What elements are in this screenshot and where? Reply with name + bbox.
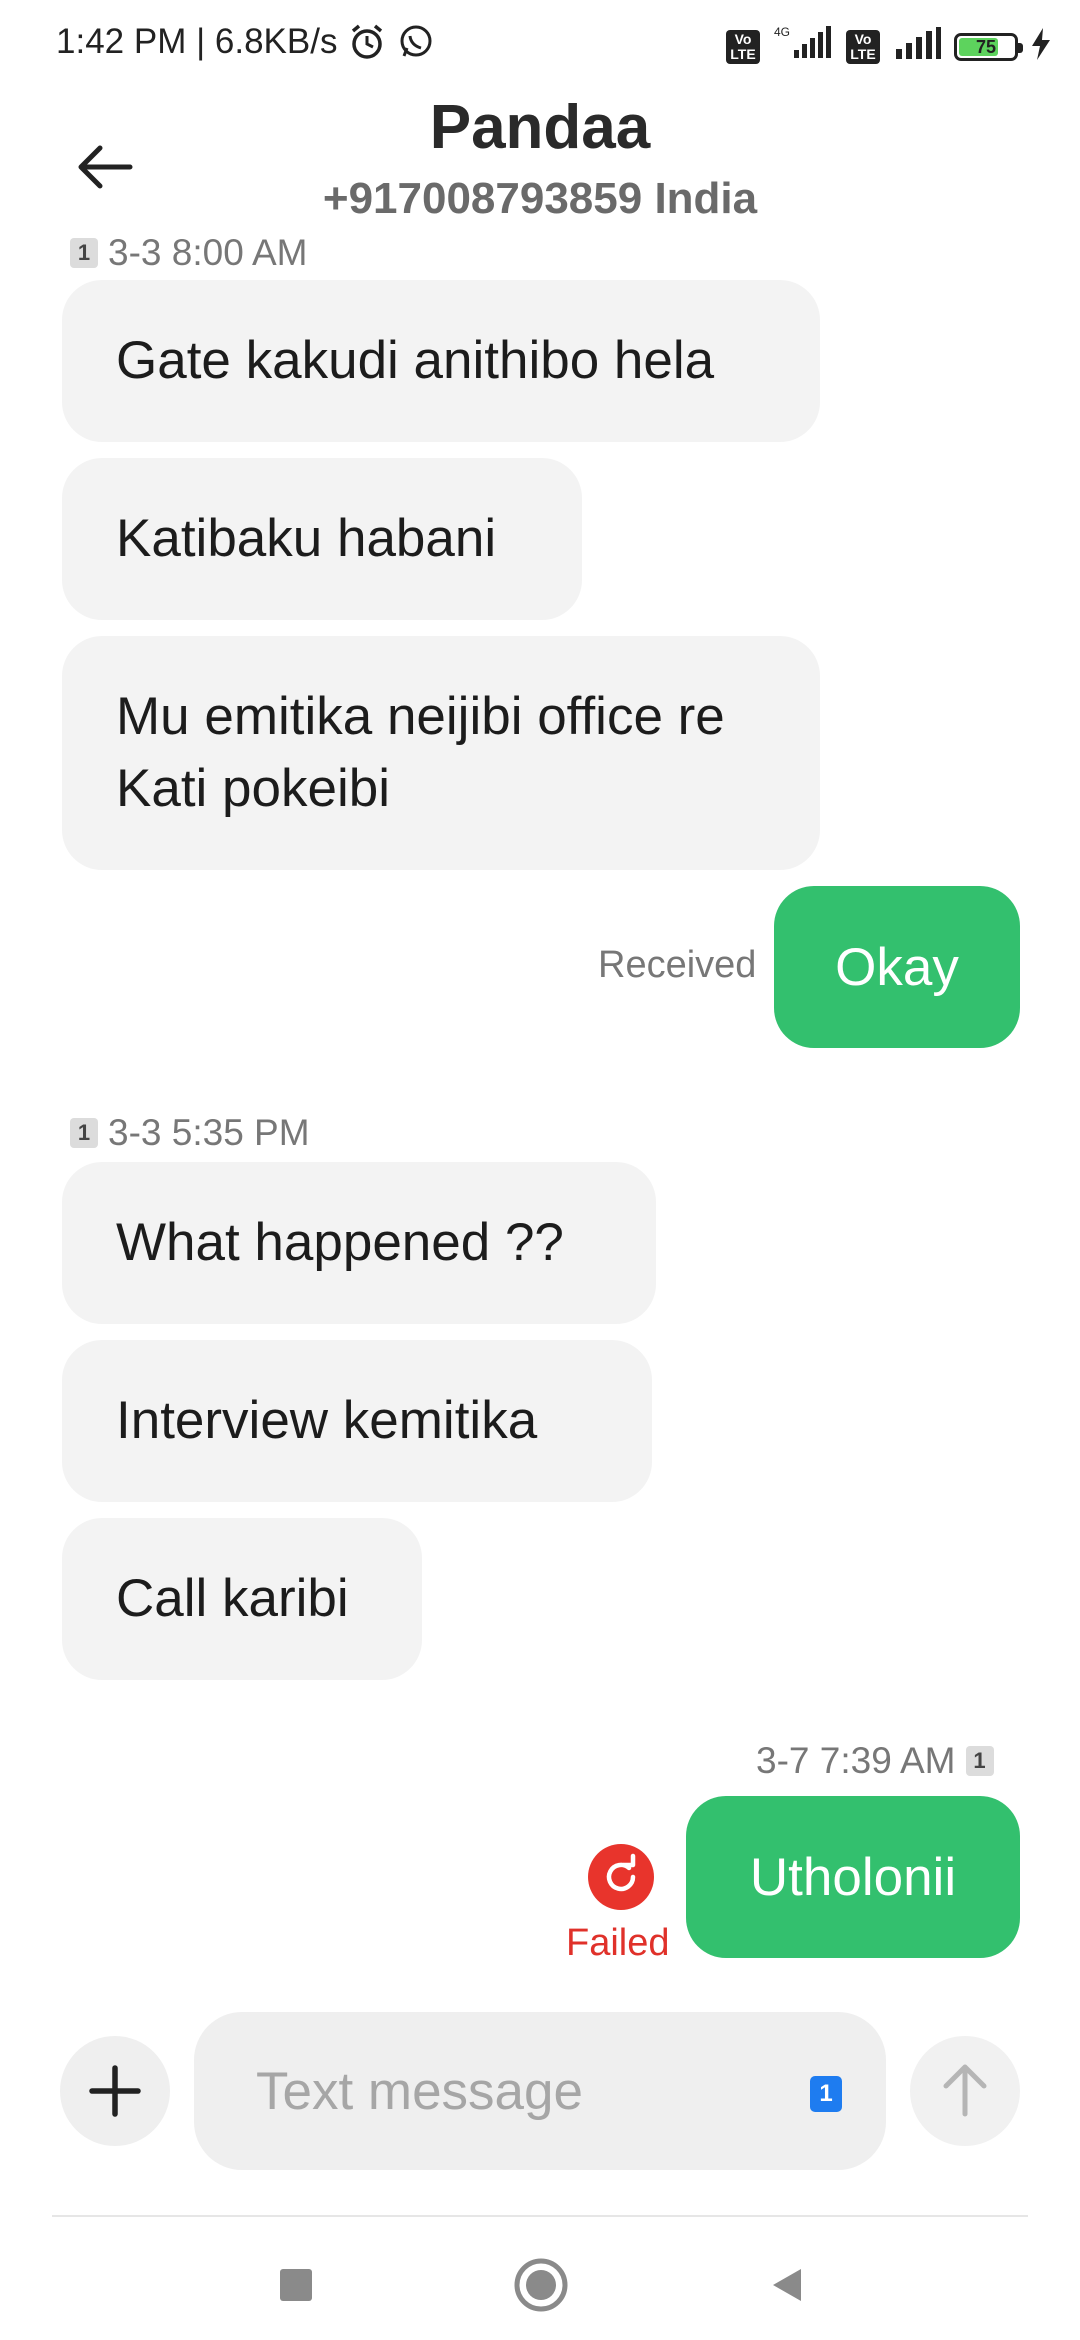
contact-number: +917008793859 India bbox=[322, 174, 758, 223]
battery-level: 75 bbox=[975, 36, 997, 57]
failed-status: Failed bbox=[566, 1922, 670, 1964]
battery-icon: 75 bbox=[954, 32, 1023, 61]
sim-selector-badge[interactable]: 1 bbox=[810, 2076, 842, 2112]
delivery-status: Received bbox=[598, 944, 757, 986]
message-composer: 1 bbox=[0, 1992, 1080, 2172]
incoming-message[interactable]: Call karibi bbox=[62, 1518, 422, 1680]
attach-button[interactable] bbox=[60, 2036, 170, 2146]
sim-badge: 1 bbox=[70, 238, 98, 268]
recents-button[interactable] bbox=[261, 2250, 331, 2320]
outgoing-message[interactable]: Utholonii bbox=[686, 1796, 1020, 1958]
navigation-bar bbox=[0, 2220, 1080, 2340]
square-icon bbox=[280, 2269, 312, 2301]
circle-icon bbox=[514, 2258, 568, 2312]
message-timestamp: 1 3-3 8:00 AM bbox=[70, 232, 308, 274]
incoming-message[interactable]: Katibaku habani bbox=[62, 458, 582, 620]
divider bbox=[52, 2215, 1028, 2217]
triangle-back-icon bbox=[773, 2269, 801, 2301]
alarm-icon bbox=[347, 22, 387, 62]
back-nav-button[interactable] bbox=[752, 2250, 822, 2320]
contact-name[interactable]: Pandaa bbox=[0, 92, 1080, 163]
svg-text:4G: 4G bbox=[774, 26, 790, 39]
signal-icon bbox=[892, 27, 942, 66]
incoming-message[interactable]: What happened ?? bbox=[62, 1162, 656, 1324]
message-timestamp: 3-7 7:39 AM 1 bbox=[756, 1740, 994, 1782]
home-button[interactable] bbox=[506, 2250, 576, 2320]
volte-icon: Vo LTE bbox=[726, 29, 760, 64]
send-button[interactable] bbox=[910, 2036, 1020, 2146]
incoming-message[interactable]: Interview kemitika bbox=[62, 1340, 652, 1502]
sim-badge: 1 bbox=[965, 1746, 994, 1776]
conversation-header: Pandaa +917008793859 India bbox=[0, 92, 1080, 232]
outgoing-message[interactable]: Okay bbox=[774, 886, 1020, 1048]
status-time-speed: 1:42 PM | 6.8KB/s bbox=[56, 22, 338, 61]
volte-icon: Vo LTE bbox=[846, 29, 880, 64]
plus-icon bbox=[89, 2065, 141, 2117]
message-timestamp: 1 3-3 5:35 PM bbox=[70, 1112, 310, 1154]
arrow-up-icon bbox=[943, 2064, 987, 2117]
message-thread[interactable]: 1 3-3 8:00 AM Gate kakudi anithibo hela … bbox=[0, 232, 1080, 1992]
whatsapp-icon bbox=[397, 23, 435, 61]
retry-icon[interactable] bbox=[588, 1844, 654, 1910]
charging-icon bbox=[1030, 27, 1052, 66]
signal-icon: 4G bbox=[772, 25, 834, 67]
sim-badge: 1 bbox=[70, 1118, 98, 1148]
incoming-message[interactable]: Gate kakudi anithibo hela bbox=[62, 280, 820, 442]
status-bar: 1:42 PM | 6.8KB/s Vo LTE 4G Vo LTE 75 bbox=[0, 0, 1080, 92]
message-input[interactable] bbox=[194, 2012, 886, 2170]
incoming-message[interactable]: Mu emitika neijibi office re Kati pokeib… bbox=[62, 636, 820, 870]
